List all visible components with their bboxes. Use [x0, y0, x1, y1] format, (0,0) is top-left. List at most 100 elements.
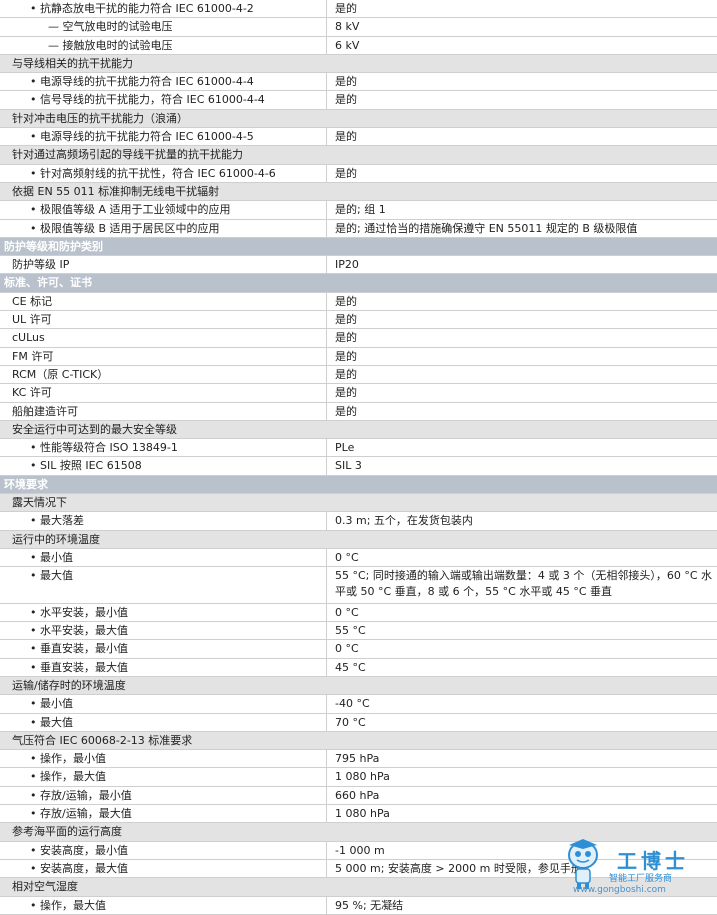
- spec-row: • 性能等级符合 ISO 13849-1 PLe: [0, 439, 717, 458]
- robot-mascot-icon: [568, 839, 598, 889]
- spec-row: • 抗静态放电干扰的能力符合 IEC 61000-4-2 是的: [0, 0, 717, 19]
- group-header: 安全运行中可达到的最大安全等级: [0, 420, 717, 440]
- spec-row: KC 许可 是的: [0, 384, 717, 403]
- bullet-icon: •: [30, 605, 37, 619]
- bullet-icon: •: [30, 715, 37, 729]
- spec-row: • 垂直安装，最小值 0 °C: [0, 640, 717, 659]
- spec-label: • 垂直安装，最小值: [0, 640, 326, 657]
- spec-label-text: 操作，最大值: [40, 770, 106, 784]
- spec-label: • 操作，最小值: [0, 750, 326, 767]
- spec-value: 660 hPa: [326, 786, 717, 805]
- spec-row: CE 标记 是的: [0, 292, 717, 312]
- spec-label-text: FM 许可: [12, 349, 54, 363]
- spec-table: • 抗静态放电干扰的能力符合 IEC 61000-4-2 是的 — 空气放电时的试验电…: [0, 0, 717, 915]
- spec-label-text: 依据 EN 55 011 标准抑制无线电干扰辐射: [12, 184, 220, 198]
- spec-value: 是的; 组 1: [326, 201, 717, 219]
- spec-value: 是的: [326, 347, 717, 365]
- spec-label: 运输/储存时的环境温度: [0, 677, 126, 694]
- spec-label-text: 相对空气湿度: [12, 880, 78, 894]
- spec-label: • 抗静态放电干扰的能力符合 IEC 61000-4-2: [0, 0, 326, 17]
- spec-value: -40 °C: [326, 695, 717, 713]
- bullet-icon: •: [30, 770, 37, 784]
- bullet-icon: •: [30, 624, 37, 638]
- spec-value: 是的: [326, 164, 717, 182]
- bullet-icon: •: [30, 203, 37, 217]
- spec-value: 45 °C: [326, 658, 717, 676]
- spec-label-text: cULus: [12, 331, 45, 345]
- bullet-icon: •: [30, 75, 37, 89]
- spec-label-text: 电源导线的抗干扰能力符合 IEC 61000-4-5: [40, 130, 254, 144]
- spec-label-text: 安装高度，最小值: [40, 843, 128, 857]
- spec-label-text: 标准、许可、证书: [4, 276, 92, 290]
- spec-label-text: 信号导线的抗干扰能力，符合 IEC 61000-4-4: [40, 93, 265, 107]
- bullet-icon: •: [30, 2, 37, 15]
- spec-value: 是的: [326, 311, 717, 329]
- spec-label: • 最大值: [0, 567, 326, 603]
- spec-row: • 最小值 -40 °C: [0, 695, 717, 714]
- spec-label: • 存放/运输，最小值: [0, 787, 326, 804]
- spec-label-text: 针对通过高频场引起的导线干扰量的抗干扰能力: [12, 148, 243, 162]
- bullet-icon: •: [30, 697, 37, 711]
- spec-label: 参考海平面的运行高度: [0, 823, 122, 840]
- spec-value: 0 °C: [326, 548, 717, 567]
- spec-row: • 最大值 55 °C; 同时接通的输入端或输出端数量：4 或 3 个（无相邻接头）…: [0, 567, 717, 604]
- spec-label-text: 环境要求: [4, 477, 48, 491]
- spec-label: 露天情况下: [0, 494, 67, 511]
- spec-label: • 安装高度，最小值: [0, 842, 326, 859]
- spec-label: • 水平安装，最小值: [0, 604, 326, 621]
- spec-label: • 信号导线的抗干扰能力，符合 IEC 61000-4-4: [0, 91, 326, 108]
- spec-label: 标准、许可、证书: [0, 274, 92, 291]
- spec-label: • 最大落差: [0, 512, 326, 529]
- spec-label: 安全运行中可达到的最大安全等级: [0, 421, 177, 438]
- spec-value: PLe: [326, 439, 717, 457]
- spec-label: 运行中的环境温度: [0, 531, 100, 548]
- spec-value: 是的; 通过恰当的措施确保遵守 EN 55011 规定的 B 级极限值: [326, 219, 717, 237]
- spec-value: SIL 3: [326, 457, 717, 475]
- spec-label-text: 操作，最小值: [40, 752, 106, 766]
- spec-row: • 极限值等级 A 适用于工业领域中的应用 是的; 组 1: [0, 201, 717, 220]
- spec-row: • 操作，最大值 1 080 hPa: [0, 768, 717, 787]
- bullet-icon: •: [30, 898, 37, 912]
- bullet-icon: •: [30, 130, 37, 144]
- spec-row: • 操作，最大值 95 %; 无凝结: [0, 896, 717, 915]
- spec-label-text: 安装高度，最大值: [40, 861, 128, 875]
- spec-value: 55 °C: [326, 622, 717, 640]
- watermark-subtitle: 智能工厂服务商: [609, 874, 673, 884]
- bullet-icon: •: [30, 752, 37, 766]
- spec-label-text: 最小值: [40, 697, 73, 711]
- spec-row: cULus 是的: [0, 329, 717, 348]
- spec-label-text: 针对高频射线的抗干扰性，符合 IEC 61000-4-6: [40, 166, 276, 180]
- spec-row: • 针对高频射线的抗干扰性，符合 IEC 61000-4-6 是的: [0, 164, 717, 183]
- spec-label: 相对空气湿度: [0, 878, 78, 895]
- section-header: 标准、许可、证书: [0, 274, 717, 293]
- spec-label-text: 参考海平面的运行高度: [12, 825, 122, 839]
- spec-value: 0.3 m; 五个，在发货包装内: [326, 512, 717, 530]
- spec-label-text: 存放/运输，最小值: [40, 788, 132, 802]
- bullet-icon: •: [30, 221, 37, 235]
- spec-value: 是的: [326, 365, 717, 384]
- spec-row: FM 许可 是的: [0, 347, 717, 366]
- spec-label: 防护等级和防护类别: [0, 238, 103, 255]
- section-header: 防护等级和防护类别: [0, 237, 717, 257]
- spec-label: • 最小值: [0, 549, 326, 566]
- watermark-name: 工博士: [617, 849, 689, 873]
- spec-row: • 水平安装，最大值 55 °C: [0, 622, 717, 641]
- spec-row: • 极限值等级 B 适用于居民区中的应用 是的; 通过恰当的措施确保遵守 EN 55…: [0, 219, 717, 238]
- spec-row: UL 许可 是的: [0, 311, 717, 330]
- bullet-icon: •: [30, 93, 37, 107]
- spec-label: • 性能等级符合 ISO 13849-1: [0, 439, 326, 456]
- spec-label: 与导线相关的抗干扰能力: [0, 55, 133, 72]
- spec-label-text: 最大落差: [40, 514, 84, 528]
- spec-label: • 极限值等级 A 适用于工业领域中的应用: [0, 201, 326, 218]
- bullet-icon: •: [30, 514, 37, 528]
- spec-row: • 垂直安装，最大值 45 °C: [0, 658, 717, 677]
- bullet-icon: •: [30, 459, 37, 473]
- spec-value: 0 °C: [326, 640, 717, 658]
- spec-value: 是的: [326, 402, 717, 420]
- spec-label: RCM（原 C-TICK）: [0, 366, 326, 383]
- spec-label-text: 水平安装，最小值: [40, 605, 128, 619]
- spec-label: • 最大值: [0, 714, 326, 731]
- spec-label: • 极限值等级 B 适用于居民区中的应用: [0, 220, 326, 237]
- bullet-icon: •: [30, 861, 37, 875]
- spec-label: CE 标记: [0, 293, 326, 310]
